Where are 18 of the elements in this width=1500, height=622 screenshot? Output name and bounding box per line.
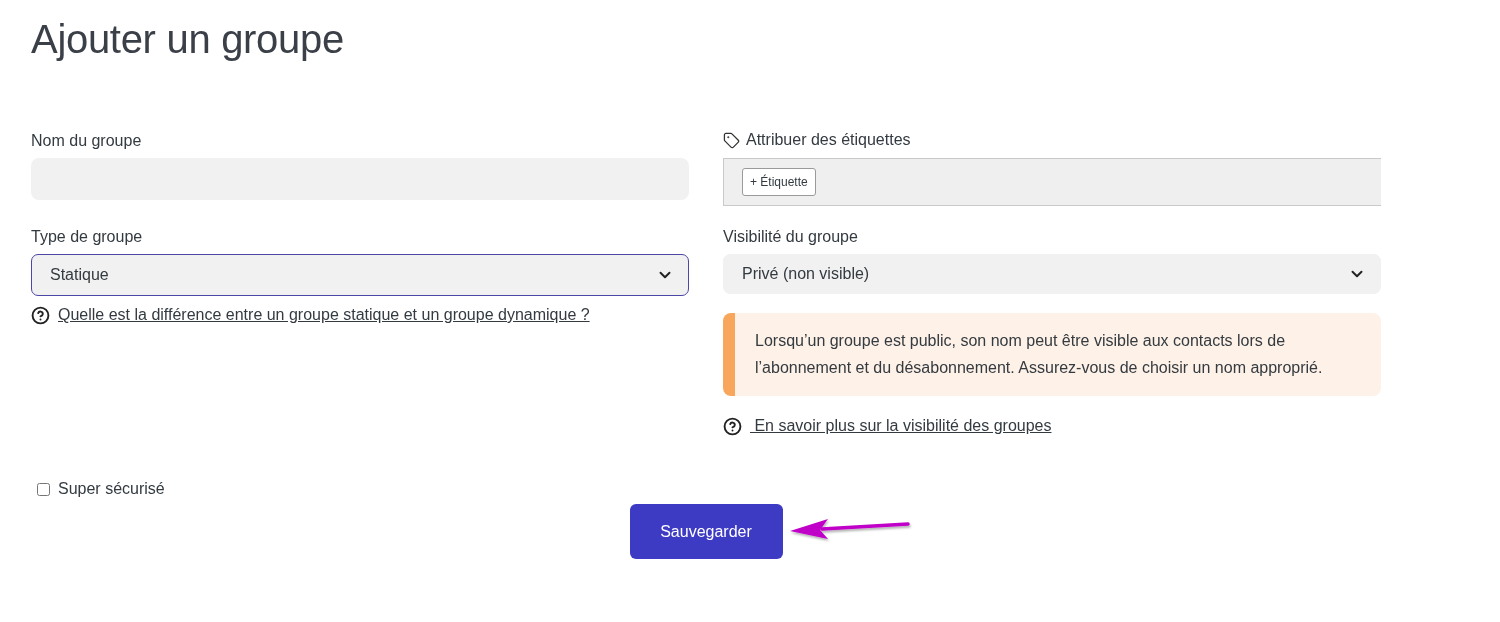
help-link[interactable]: En savoir plus sur la visibilité des groupes bbox=[750, 416, 1052, 436]
visibility-select[interactable]: Privé (non visible) bbox=[723, 254, 1381, 294]
warning-alert: Lorsqu’un groupe est public, son nom peut être visible aux contacts lors de l’abonnement et du désabonnement. Assurez-vous de choisir un nom approprié. bbox=[723, 313, 1381, 396]
help-icon bbox=[723, 416, 742, 436]
field-label: Type de groupe bbox=[31, 227, 144, 247]
field-label: Nom du groupe bbox=[31, 131, 143, 151]
tag-icon bbox=[723, 131, 740, 149]
help-link[interactable]: Quelle est la différence entre un groupe statique et un groupe dynamique ? bbox=[58, 305, 590, 325]
checkbox-label: Super sécurisé bbox=[58, 480, 165, 498]
tags-field[interactable]: + Étiquette bbox=[723, 158, 1381, 206]
help-icon bbox=[31, 305, 50, 325]
save-button[interactable]: Sauvegarder bbox=[629, 504, 783, 559]
field-label: Visibilité du groupe bbox=[723, 227, 859, 247]
checkbox[interactable] bbox=[37, 482, 50, 496]
add-tag-button[interactable]: + Étiquette bbox=[742, 168, 816, 196]
field-label: Attribuer des étiquettes bbox=[746, 131, 911, 149]
type-select[interactable]: Statique bbox=[31, 254, 689, 296]
page-title: Ajouter un groupe bbox=[31, 16, 345, 63]
